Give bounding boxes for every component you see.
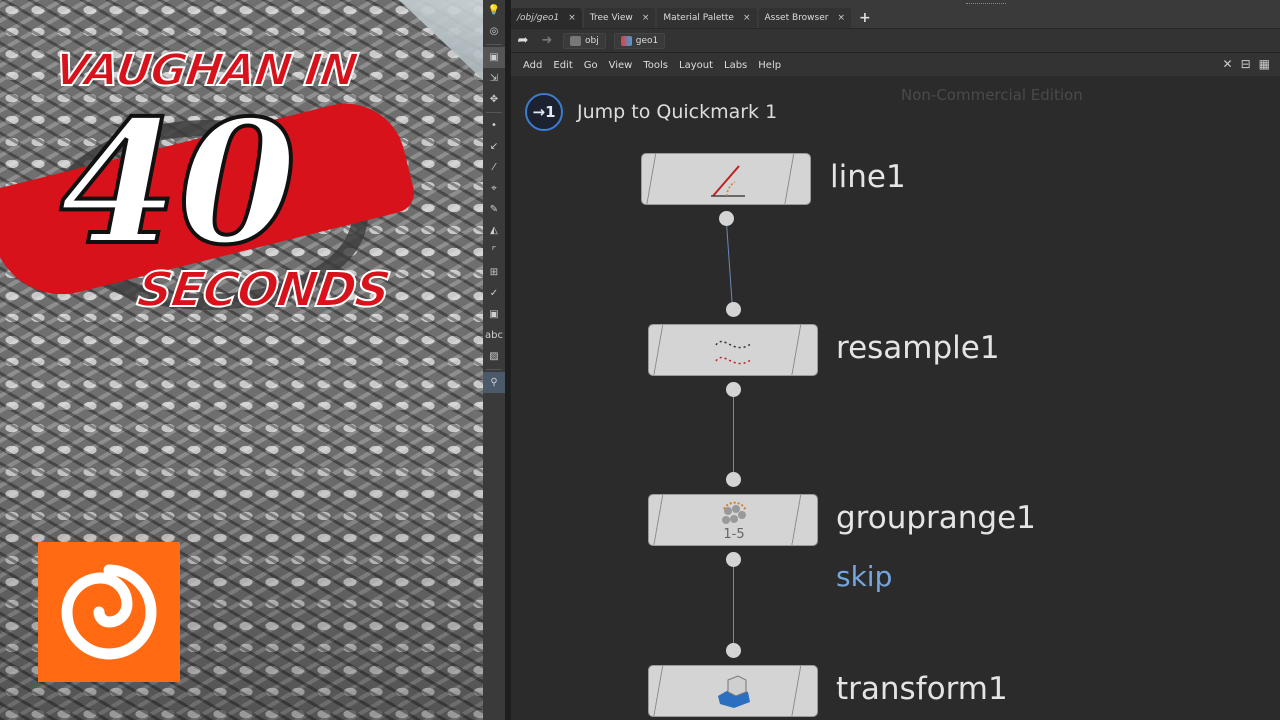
input-connector[interactable] bbox=[726, 472, 741, 487]
menu-edit[interactable]: Edit bbox=[553, 60, 572, 71]
close-icon[interactable]: × bbox=[743, 13, 751, 23]
node-label[interactable]: line1 bbox=[830, 159, 906, 195]
menu-add[interactable]: Add bbox=[523, 60, 542, 71]
text-icon[interactable]: abc bbox=[483, 325, 505, 346]
viewport-render: VAUGHAN IN 40 SECONDS bbox=[0, 0, 483, 720]
menu-tool-icons: ✕ ⊟ ▦ bbox=[1223, 57, 1270, 71]
output-connector[interactable] bbox=[726, 382, 741, 397]
record-icon[interactable]: ▣ bbox=[483, 304, 505, 325]
edition-watermark: Non-Commercial Edition bbox=[901, 86, 1083, 104]
menu-labs[interactable]: Labs bbox=[724, 60, 747, 71]
node-label[interactable]: transform1 bbox=[836, 671, 1008, 707]
input-connector[interactable] bbox=[726, 643, 741, 658]
tab-asset-browser[interactable]: Asset Browser × bbox=[758, 8, 851, 28]
grouprange-sop-icon: 1-5 bbox=[709, 500, 759, 542]
transform-sop-icon bbox=[709, 671, 759, 713]
wrench-icon[interactable]: ✕ bbox=[1223, 57, 1233, 71]
tree-icon[interactable]: ⊟ bbox=[1241, 57, 1251, 71]
close-icon[interactable]: × bbox=[642, 13, 650, 23]
tab-tree-view[interactable]: Tree View × bbox=[583, 8, 656, 28]
breadcrumb-label: obj bbox=[585, 35, 599, 46]
grid-icon[interactable]: ▦ bbox=[1259, 57, 1270, 71]
tab-label: Tree View bbox=[589, 13, 633, 23]
network-menu-bar: Add Edit Go View Tools Layout Labs Help … bbox=[511, 53, 1280, 78]
shelf-divider bbox=[486, 369, 502, 370]
pane-drag-handle[interactable] bbox=[966, 3, 1006, 8]
image-icon[interactable]: ▨ bbox=[483, 346, 505, 367]
output-connector[interactable] bbox=[726, 552, 741, 567]
brush-icon[interactable]: ⁄ bbox=[483, 157, 505, 178]
tab-material-palette[interactable]: Material Palette × bbox=[657, 8, 757, 28]
menu-help[interactable]: Help bbox=[758, 60, 781, 71]
brand-title-bottom: SECONDS bbox=[133, 261, 394, 319]
brand-number: 40 bbox=[58, 83, 299, 283]
pin-icon[interactable]: ✓ bbox=[483, 283, 505, 304]
location-pin-icon[interactable]: ⚲ bbox=[483, 372, 505, 393]
camera-light-icon[interactable]: ◎ bbox=[483, 21, 505, 42]
close-icon[interactable]: × bbox=[568, 13, 576, 23]
node-label[interactable]: grouprange1 bbox=[836, 500, 1036, 536]
wire-grouprange1-transform1 bbox=[733, 564, 734, 650]
node-tile[interactable]: 1-5 bbox=[648, 494, 818, 546]
measure-icon[interactable]: ⌖ bbox=[483, 178, 505, 199]
forward-arrow-icon[interactable]: ➜ bbox=[539, 33, 555, 48]
quickmark-icon: → 1 bbox=[525, 93, 563, 131]
menu-view[interactable]: View bbox=[609, 60, 633, 71]
point-icon[interactable]: • bbox=[483, 115, 505, 136]
toolbar-shelf: 💡 ◎ ▣ ⇲ ✥ • ↙ ⁄ ⌖ ✎ ◭ ⌜ ⊞ ✓ ▣ abc ▨ ⚲ bbox=[483, 0, 506, 720]
paint-icon[interactable]: ✎ bbox=[483, 199, 505, 220]
tab-obj-geo1[interactable]: /obj/geo1 × bbox=[511, 8, 582, 28]
light-icon[interactable]: 💡 bbox=[483, 0, 505, 21]
geometry-icon bbox=[620, 35, 632, 46]
grouprange-icon-text: 1-5 bbox=[723, 527, 744, 541]
network-editor-pane: /obj/geo1 × Tree View × Material Palette… bbox=[511, 0, 1280, 720]
breadcrumb-geo1[interactable]: geo1 bbox=[613, 32, 666, 49]
corner-icon[interactable]: ⌜ bbox=[483, 241, 505, 262]
quickmark-label: Jump to Quickmark 1 bbox=[577, 101, 778, 123]
close-icon[interactable]: × bbox=[837, 13, 845, 23]
arrow-icon[interactable]: ↙ bbox=[483, 136, 505, 157]
menu-go[interactable]: Go bbox=[584, 60, 598, 71]
tab-label: Asset Browser bbox=[764, 13, 829, 23]
quickmark-hint[interactable]: → 1 Jump to Quickmark 1 bbox=[525, 93, 777, 131]
shelf-divider bbox=[486, 44, 502, 45]
line-sop-icon bbox=[702, 159, 752, 201]
handle-icon[interactable]: ✥ bbox=[483, 89, 505, 110]
vaughan-in-40-seconds-logo: VAUGHAN IN 40 SECONDS bbox=[0, 30, 420, 330]
path-bar: ➦ ➜ obj geo1 bbox=[511, 29, 1280, 53]
tab-label: Material Palette bbox=[663, 13, 734, 23]
node-label[interactable]: resample1 bbox=[836, 330, 1000, 366]
obj-network-icon bbox=[570, 35, 581, 46]
shelf-divider bbox=[486, 112, 502, 113]
menu-tools[interactable]: Tools bbox=[643, 60, 668, 71]
tab-label: /obj/geo1 bbox=[517, 13, 560, 23]
grid-snap-icon[interactable]: ⊞ bbox=[483, 262, 505, 283]
skip-annotation: skip bbox=[836, 560, 893, 593]
houdini-logo-icon bbox=[38, 542, 180, 682]
network-canvas[interactable]: Non-Commercial Edition → 1 Jump to Quickm… bbox=[511, 76, 1280, 720]
select-icon[interactable]: ▣ bbox=[483, 47, 505, 68]
pane-tab-bar: /obj/geo1 × Tree View × Material Palette… bbox=[511, 0, 1280, 29]
node-tile[interactable] bbox=[648, 324, 818, 376]
node-tile[interactable] bbox=[648, 665, 818, 717]
transform-icon[interactable]: ⇲ bbox=[483, 68, 505, 89]
menu-layout[interactable]: Layout bbox=[679, 60, 713, 71]
wire-line1-resample1 bbox=[726, 222, 733, 309]
sculpt-icon[interactable]: ◭ bbox=[483, 220, 505, 241]
input-connector[interactable] bbox=[726, 302, 741, 317]
back-arrow-icon[interactable]: ➦ bbox=[515, 33, 531, 48]
add-tab-button[interactable]: + bbox=[853, 8, 877, 28]
resample-sop-icon bbox=[709, 330, 759, 372]
breadcrumb-label: geo1 bbox=[635, 35, 659, 46]
output-connector[interactable] bbox=[719, 211, 734, 226]
node-tile[interactable] bbox=[641, 153, 811, 205]
wire-resample1-grouprange1 bbox=[733, 394, 734, 480]
breadcrumb-obj[interactable]: obj bbox=[563, 32, 606, 49]
